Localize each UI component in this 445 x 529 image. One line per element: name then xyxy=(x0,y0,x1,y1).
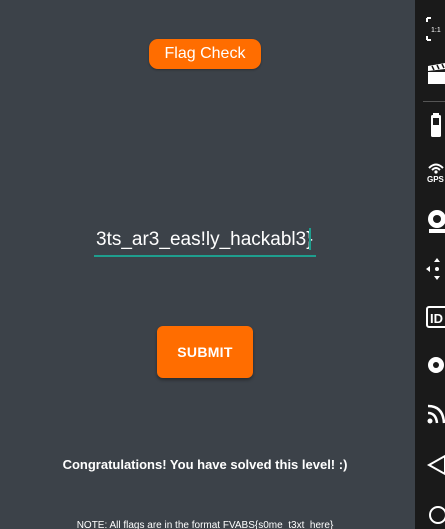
ratio-label: 1:1 xyxy=(431,27,441,34)
record-icon[interactable] xyxy=(415,350,445,380)
text-caret xyxy=(309,228,311,250)
flag-check-button[interactable]: Flag Check xyxy=(149,39,261,69)
rss-icon[interactable] xyxy=(415,398,445,428)
clapperboard-icon[interactable] xyxy=(415,60,445,90)
submit-button[interactable]: SUBMIT xyxy=(157,326,253,378)
back-icon[interactable] xyxy=(415,450,445,480)
flag-format-note: NOTE: All flags are in the format FVABS{… xyxy=(76,520,334,529)
move-icon[interactable] xyxy=(415,254,445,284)
home-icon[interactable] xyxy=(415,500,445,529)
id-icon[interactable]: ID xyxy=(415,302,445,332)
gps-label: GPS xyxy=(427,175,445,184)
sidebar-divider xyxy=(423,101,445,102)
input-underline xyxy=(94,255,316,257)
fullscreen-icon[interactable]: 1:1 xyxy=(415,14,445,44)
emulator-sidebar: 1:1 GPS ID xyxy=(415,0,445,529)
flag-input-container[interactable] xyxy=(94,224,316,258)
camera-icon[interactable] xyxy=(415,206,445,236)
battery-icon[interactable] xyxy=(415,110,445,140)
emulator-screen: Flag Check SUBMIT Congratulations! You h… xyxy=(0,0,445,529)
success-message: Congratulations! You have solved this le… xyxy=(62,457,348,472)
gps-icon[interactable]: GPS xyxy=(415,158,445,188)
id-label: ID xyxy=(430,311,443,326)
flag-input[interactable] xyxy=(94,224,316,256)
app-content: Flag Check SUBMIT Congratulations! You h… xyxy=(0,0,415,529)
